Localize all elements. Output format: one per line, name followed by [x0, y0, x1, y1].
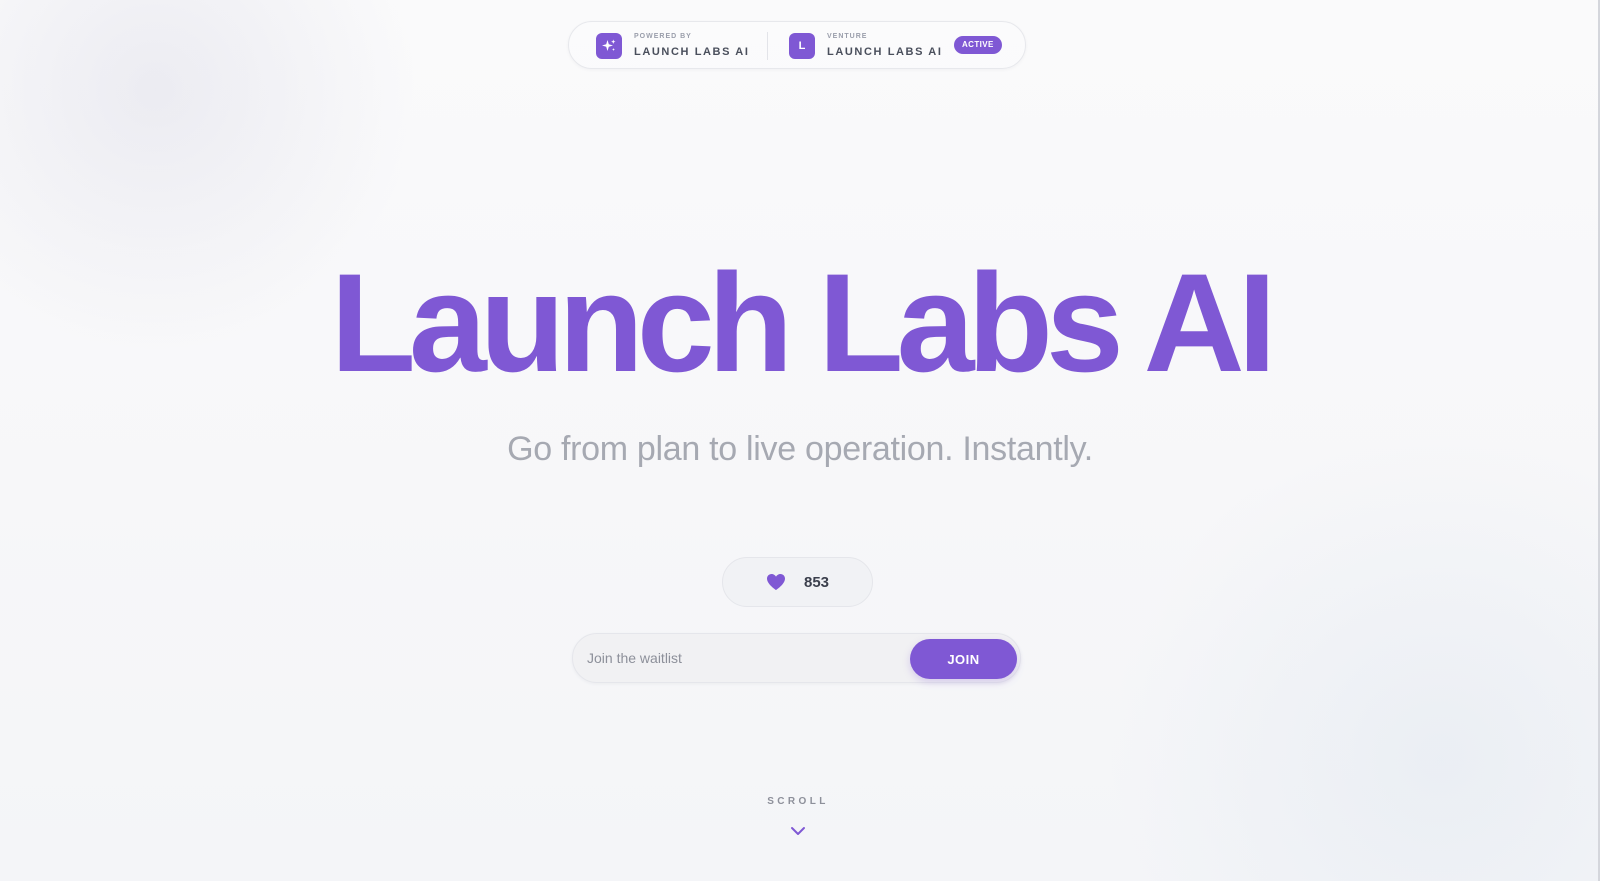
scroll-label: SCROLL: [767, 796, 829, 807]
pill-divider: [767, 32, 768, 60]
hero-title: Launch Labs AI: [330, 244, 1276, 401]
waitlist-form: JOIN: [572, 633, 1021, 683]
powered-by-badge: POWERED BY LAUNCH LABS AI: [596, 32, 750, 59]
heart-icon: [766, 573, 786, 591]
venture-label: VENTURE: [827, 33, 868, 40]
like-count: 853: [803, 573, 830, 591]
status-badge: ACTIVE: [954, 36, 1002, 54]
waitlist-email-input[interactable]: [573, 634, 903, 682]
join-button[interactable]: JOIN: [910, 639, 1017, 679]
powered-by-name: LAUNCH LABS AI: [634, 46, 750, 58]
powered-by-label: POWERED BY: [634, 33, 692, 40]
like-button[interactable]: 853: [722, 557, 873, 607]
venture-name: LAUNCH LABS AI: [827, 46, 943, 58]
hero-subtitle: Go from plan to live operation. Instantl…: [507, 430, 1093, 468]
venture-badge: L VENTURE LAUNCH LABS AI: [789, 32, 943, 59]
chevron-down-icon[interactable]: [790, 826, 806, 836]
brand-pill: POWERED BY LAUNCH LABS AI L VENTURE LAUN…: [568, 21, 1026, 69]
sparkle-icon: [596, 32, 622, 59]
venture-avatar: L: [789, 32, 815, 59]
